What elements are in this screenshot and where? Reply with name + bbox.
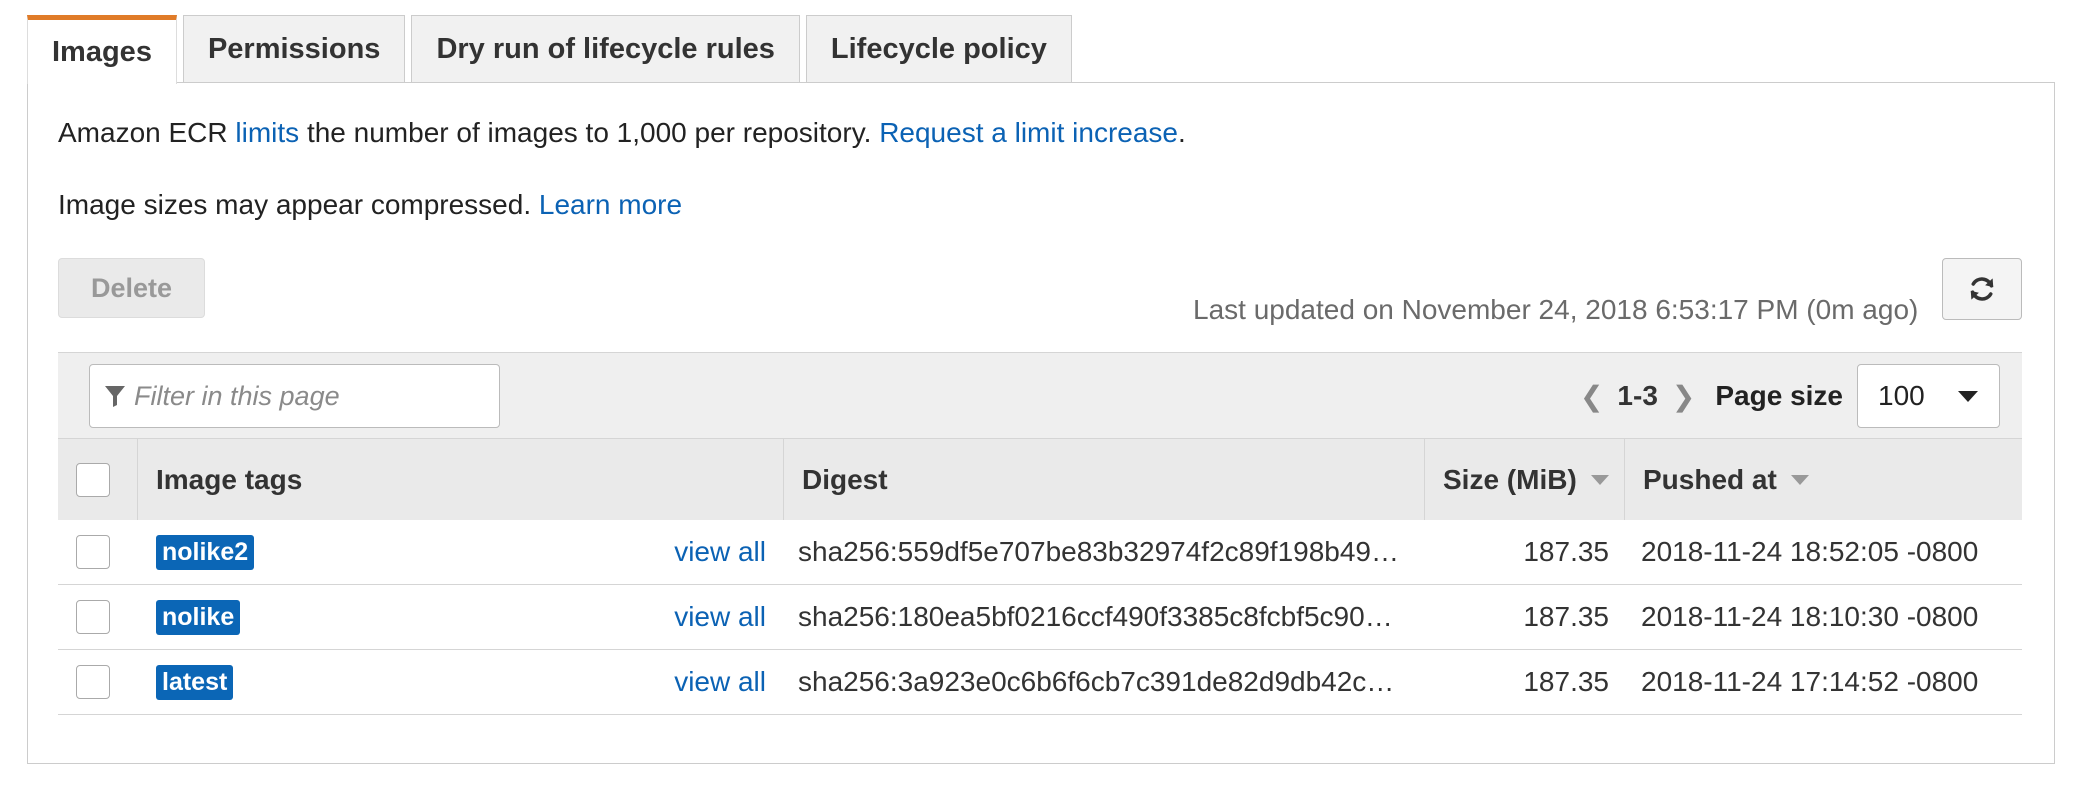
pushed-at-cell: 2018-11-24 18:52:05 -0800	[1625, 520, 2022, 584]
select-all-checkbox[interactable]	[76, 462, 110, 497]
previous-page-icon[interactable]: ❮	[1580, 380, 1603, 413]
size-value: 187.35	[1523, 666, 1609, 697]
tab-permissions[interactable]: Permissions	[182, 15, 406, 83]
header-digest: Digest	[784, 439, 1425, 520]
size-value: 187.35	[1523, 601, 1609, 632]
table-row: nolike view all sha256:180ea5bf0216ccf49…	[58, 585, 2022, 650]
row-select-cell	[58, 585, 138, 649]
limits-notice: Amazon ECR limits the number of images t…	[58, 117, 1186, 149]
chevron-down-icon	[1958, 391, 1978, 402]
next-page-icon[interactable]: ❯	[1672, 380, 1695, 413]
digest-cell: sha256:559df5e707be83b32974f2c89f198b49…	[784, 520, 1425, 584]
pushed-at-cell: 2018-11-24 18:10:30 -0800	[1625, 585, 2022, 649]
filter-box[interactable]	[89, 364, 500, 428]
last-updated-text: Last updated on November 24, 2018 6:53:1…	[1193, 294, 1919, 325]
pushed-at-value: 2018-11-24 17:14:52 -0800	[1641, 666, 1979, 697]
row-select-cell	[58, 520, 138, 584]
header-image-tags: Image tags	[138, 439, 784, 520]
image-tags-cell: latest view all	[138, 650, 784, 714]
size-cell: 187.35	[1425, 650, 1625, 714]
size-value: 187.35	[1523, 536, 1609, 567]
view-all-link[interactable]: view all	[674, 601, 766, 633]
pushed-at-value: 2018-11-24 18:52:05 -0800	[1641, 536, 1979, 567]
delete-button[interactable]: Delete	[58, 258, 205, 318]
request-limit-increase-link[interactable]: Request a limit increase	[879, 117, 1178, 148]
page-size-label: Page size	[1715, 380, 1843, 411]
header-size[interactable]: Size (MiB)	[1425, 439, 1625, 520]
digest-cell: sha256:180ea5bf0216ccf490f3385c8fcbf5c90…	[784, 585, 1425, 649]
sort-arrow-icon	[1590, 474, 1609, 485]
view-all-link[interactable]: view all	[674, 666, 766, 698]
select-all-cell	[58, 439, 138, 520]
tab-bar: Images Permissions Dry run of lifecycle …	[27, 15, 1072, 84]
sort-arrow-icon	[1790, 474, 1809, 485]
images-table: Image tags Digest Size (MiB) Pushed at n…	[58, 438, 2022, 715]
digest-text: sha256:559df5e707be83b32974f2c89f198b49…	[798, 536, 1400, 567]
refresh-icon	[1970, 277, 1994, 301]
learn-more-link[interactable]: Learn more	[539, 189, 682, 220]
row-checkbox[interactable]	[76, 600, 110, 634]
filter-input[interactable]	[132, 379, 492, 413]
digest-text: sha256:180ea5bf0216ccf490f3385c8fcbf5c90…	[798, 601, 1393, 632]
pagination: ❮ 1-3 ❯ Page size 100	[1580, 364, 2000, 428]
page-range: 1-3	[1617, 380, 1658, 411]
size-cell: 187.35	[1425, 520, 1625, 584]
header-image-tags-label: Image tags	[156, 463, 303, 495]
limits-prefix-text: Amazon ECR	[58, 117, 236, 148]
image-tags-cell: nolike view all	[138, 585, 784, 649]
digest-text: sha256:3a923e0c6b6f6cb7c391de82d9db42c…	[798, 666, 1395, 697]
image-tag-badge[interactable]: nolike	[156, 599, 241, 635]
table-row: latest view all sha256:3a923e0c6b6f6cb7c…	[58, 650, 2022, 715]
size-cell: 187.35	[1425, 585, 1625, 649]
tab-lifecycle-policy[interactable]: Lifecycle policy	[805, 15, 1072, 83]
filter-icon	[105, 386, 125, 407]
header-pushed-at-label: Pushed at	[1643, 463, 1777, 495]
table-row: nolike2 view all sha256:559df5e707be83b3…	[58, 520, 2022, 585]
header-size-label: Size (MiB)	[1443, 463, 1577, 495]
refresh-button[interactable]	[1942, 258, 2022, 320]
image-tag-badge[interactable]: nolike2	[156, 534, 255, 570]
row-checkbox[interactable]	[76, 665, 110, 699]
image-tag-badge[interactable]: latest	[156, 664, 234, 700]
page-size-select[interactable]: 100	[1857, 364, 2000, 428]
header-digest-label: Digest	[802, 463, 888, 495]
digest-cell: sha256:3a923e0c6b6f6cb7c391de82d9db42c…	[784, 650, 1425, 714]
limits-link[interactable]: limits	[235, 117, 299, 148]
limits-suffix-text: .	[1178, 117, 1186, 148]
compressed-text: Image sizes may appear compressed.	[58, 189, 539, 220]
view-all-link[interactable]: view all	[674, 536, 766, 568]
table-toolbar: ❮ 1-3 ❯ Page size 100	[58, 352, 2022, 438]
pushed-at-value: 2018-11-24 18:10:30 -0800	[1641, 601, 1979, 632]
pushed-at-cell: 2018-11-24 17:14:52 -0800	[1625, 650, 2022, 714]
compressed-notice: Image sizes may appear compressed. Learn…	[58, 189, 682, 221]
image-tags-cell: nolike2 view all	[138, 520, 784, 584]
table-header: Image tags Digest Size (MiB) Pushed at	[58, 438, 2022, 520]
row-select-cell	[58, 650, 138, 714]
header-pushed-at[interactable]: Pushed at	[1625, 439, 2022, 520]
tab-images[interactable]: Images	[27, 15, 177, 84]
page-size-value: 100	[1878, 380, 1925, 411]
row-checkbox[interactable]	[76, 535, 110, 569]
limits-middle-text: the number of images to 1,000 per reposi…	[299, 117, 880, 148]
tab-dry-run-lifecycle-rules[interactable]: Dry run of lifecycle rules	[411, 15, 800, 83]
